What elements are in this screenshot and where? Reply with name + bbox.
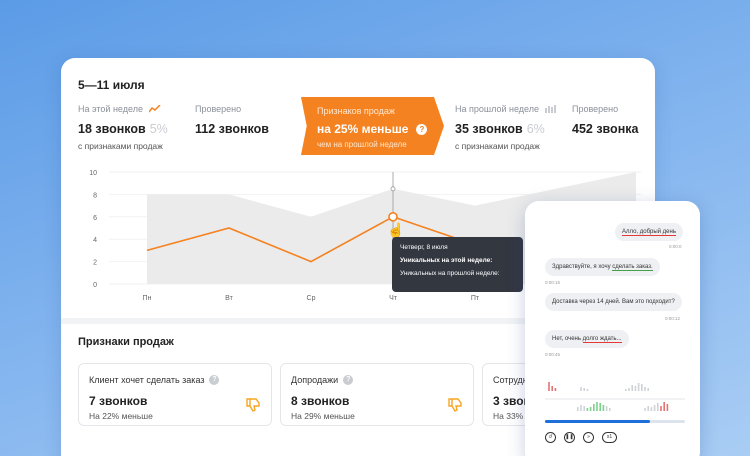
thumbs-down-icon xyxy=(246,398,260,412)
x-tick-label: Чт xyxy=(389,295,398,302)
speed-button[interactable]: x1 xyxy=(602,432,617,443)
y-tick-label: 2 xyxy=(93,260,97,267)
wave-bar xyxy=(647,406,649,411)
wave-bar xyxy=(586,389,589,391)
x-tick-label: Пн xyxy=(143,295,152,302)
wave-bar xyxy=(663,402,665,411)
message-operator: Алло, добрый день xyxy=(615,223,683,241)
wave-bar xyxy=(647,388,649,391)
playback-progress-track[interactable] xyxy=(545,420,685,423)
x-tick-label: Вт xyxy=(225,295,233,302)
wave-bar xyxy=(605,406,608,411)
wave-bar xyxy=(599,403,601,411)
sign-card-order[interactable]: Клиент хочет сделать заказ? 7 звонков На… xyxy=(78,363,272,426)
wave-bar xyxy=(548,382,550,391)
wave-bar xyxy=(637,383,640,391)
wave-bar xyxy=(583,406,585,411)
wave-bar xyxy=(602,405,605,411)
section-title: Признаки продаж xyxy=(78,336,174,348)
wave-bar xyxy=(580,405,582,411)
message-operator: Доставка через 14 дней. Вам это подходит… xyxy=(545,293,682,311)
wave-bar xyxy=(551,386,553,391)
wave-bar xyxy=(586,408,589,411)
wave-bar xyxy=(554,388,557,391)
wave-bar xyxy=(657,403,659,411)
help-icon[interactable]: ? xyxy=(209,375,220,385)
y-tick-label: 0 xyxy=(93,282,97,289)
x-tick-label: Пт xyxy=(471,295,480,302)
audio-waveform[interactable] xyxy=(545,369,685,419)
wave-bar xyxy=(650,407,653,411)
sign-card-upsell[interactable]: Допродажи? 8 звонков На 29% меньше xyxy=(280,363,474,426)
wave-bar xyxy=(580,387,582,391)
wave-bar xyxy=(634,386,637,391)
y-tick-label: 10 xyxy=(89,170,97,177)
wave-bar xyxy=(589,407,592,411)
wave-bar xyxy=(644,408,646,411)
data-point-highlighted xyxy=(388,212,398,222)
thumbs-down-icon xyxy=(448,398,462,412)
wave-bar xyxy=(625,389,627,391)
wave-bar xyxy=(609,408,611,411)
highlight-point-last-week xyxy=(390,186,396,192)
message-client: Нет, очень долго ждать... xyxy=(545,330,629,348)
x-tick-label: Ср xyxy=(307,295,316,302)
wave-bar xyxy=(583,388,585,391)
wave-bar xyxy=(593,404,595,411)
wave-bar xyxy=(660,406,662,411)
wave-bar xyxy=(666,404,669,411)
help-icon[interactable]: ? xyxy=(343,375,354,385)
chart-tooltip: Четверг, 8 июля Уникальных на этой недел… xyxy=(392,237,523,292)
wave-bar xyxy=(596,402,598,411)
call-transcript-phone: Алло, добрый день 0:00:0 Здравствуйте, я… xyxy=(525,201,700,456)
pause-icon[interactable]: ❚❚ xyxy=(564,432,575,443)
y-tick-label: 8 xyxy=(93,192,97,199)
wave-bar xyxy=(628,388,630,391)
playback-progress-fill xyxy=(545,420,650,423)
y-tick-label: 6 xyxy=(93,215,97,222)
wave-bar xyxy=(631,385,633,391)
skip-icon[interactable]: » xyxy=(583,432,594,443)
wave-bar xyxy=(644,387,646,391)
message-client: Здравствуйте, я хочу сделать заказ. xyxy=(545,258,660,276)
rewind-icon[interactable]: ↺ xyxy=(545,432,556,443)
wave-bar xyxy=(653,405,656,411)
y-tick-label: 4 xyxy=(93,237,97,244)
wave-bar xyxy=(577,407,579,411)
wave-bar xyxy=(641,384,643,391)
